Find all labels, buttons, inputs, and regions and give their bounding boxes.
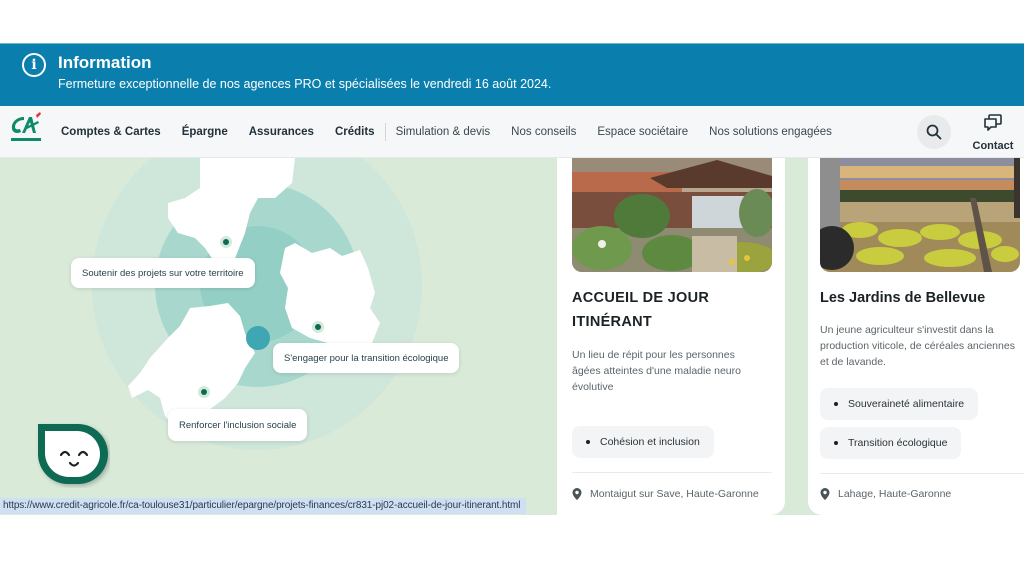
nav-separator (384, 123, 386, 141)
nav-menu: Comptes & Cartes Épargne Assurances Créd… (61, 106, 853, 158)
card-description: Un lieu de répit pour les personnes âgée… (572, 349, 741, 393)
map-label-transition[interactable]: S'engager pour la transition écologique (273, 343, 460, 373)
card-tag: Souveraineté alimentaire (820, 388, 979, 420)
card-title[interactable]: Les Jardins de Bellevue (820, 286, 1020, 310)
card-divider (572, 472, 772, 473)
nav-item-credits[interactable]: Crédits (335, 126, 375, 138)
map-pin-icon (572, 488, 582, 500)
project-image-building (572, 158, 772, 272)
info-banner-title: Information (58, 53, 152, 72)
browser-viewport: i Information Fermeture exceptionnelle d… (0, 43, 1024, 515)
map-label-territoire[interactable]: Soutenir des projets sur votre territoir… (71, 258, 255, 288)
chatbot-mascot-icon[interactable] (36, 422, 110, 488)
status-bar-url: https://www.credit-agricole.fr/ca-toulou… (0, 498, 527, 514)
map-pin-east[interactable] (312, 321, 324, 333)
project-card-jardins[interactable]: Les Jardins de Bellevue Un jeune agricul… (808, 158, 1024, 515)
main-navigation: Comptes & Cartes Épargne Assurances Créd… (0, 106, 1024, 158)
nav-item-solutions-engagees[interactable]: Nos solutions engagées (709, 126, 832, 138)
card-title[interactable]: ACCUEIL DE JOUR ITINÉRANT (572, 286, 772, 334)
map-center-dot (246, 326, 270, 350)
card-divider (820, 473, 1024, 474)
card-location-text: Lahage, Haute-Garonne (838, 488, 952, 500)
info-circle-icon: i (22, 53, 46, 77)
search-icon (926, 124, 942, 140)
map-label-inclusion[interactable]: Renforcer l'inclusion sociale (168, 409, 308, 441)
engagement-map: Soutenir des projets sur votre territoir… (0, 158, 557, 515)
card-description: Un jeune agriculteur s'investit dans la … (820, 324, 1015, 368)
chat-bubbles-icon (984, 114, 1002, 131)
credit-agricole-logo[interactable] (8, 111, 44, 145)
map-pin-north[interactable] (220, 236, 232, 248)
nav-item-assurances[interactable]: Assurances (249, 126, 314, 138)
nav-item-espace-societaire[interactable]: Espace sociétaire (597, 126, 688, 138)
card-location-text: Montaigut sur Save, Haute-Garonne (590, 488, 759, 500)
nav-item-epargne[interactable]: Épargne (182, 126, 228, 138)
nav-item-nos-conseils[interactable]: Nos conseils (511, 126, 576, 138)
card-tag: Transition écologique (820, 427, 962, 459)
project-card-accueil[interactable]: ACCUEIL DE JOUR ITINÉRANT Un lieu de rép… (557, 158, 785, 515)
map-pin-icon (820, 488, 830, 500)
map-region-north (168, 158, 295, 266)
project-image-vineyard (820, 158, 1020, 272)
card-tag: Cohésion et inclusion (572, 426, 714, 458)
card-location: Lahage, Haute-Garonne (820, 488, 951, 500)
info-banner-message: Fermeture exceptionnelle de nos agences … (58, 77, 552, 91)
search-button[interactable] (917, 115, 951, 149)
map-pin-southwest[interactable] (198, 386, 210, 398)
contact-label: Contact (972, 140, 1014, 152)
nav-item-simulation-devis[interactable]: Simulation & devis (396, 126, 491, 138)
info-banner: i Information Fermeture exceptionnelle d… (0, 43, 1024, 106)
nav-item-comptes-cartes[interactable]: Comptes & Cartes (61, 126, 161, 138)
contact-button[interactable]: Contact (968, 114, 1018, 152)
card-location: Montaigut sur Save, Haute-Garonne (572, 488, 759, 500)
